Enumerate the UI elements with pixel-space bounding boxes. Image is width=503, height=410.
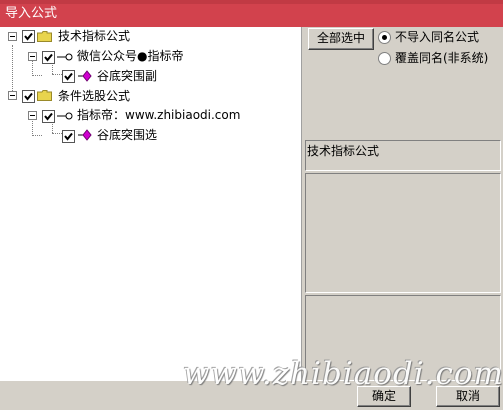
node-checkbox[interactable] [42, 110, 55, 123]
checkmark-icon [24, 32, 33, 41]
collapse-toggle-icon[interactable] [28, 111, 37, 120]
checkmark-icon [44, 53, 53, 62]
category-label: 技术指标公式 [307, 144, 380, 158]
radio-selected-dot [382, 35, 387, 40]
tree-connector [52, 133, 62, 134]
checkmark-icon [64, 72, 73, 81]
overwrite-label[interactable]: 覆盖同名(非系统) [395, 51, 488, 65]
formula-tree[interactable]: 技术指标公式 微信公众号●指标帝 谷底突围副 条件选股公式 指标帝：www.zh… [0, 27, 302, 382]
tree-node-label[interactable]: 指标帝：www.zhibiaodi.com [77, 108, 240, 122]
collapse-toggle-icon[interactable] [8, 32, 17, 41]
collapse-toggle-icon[interactable] [28, 52, 37, 61]
node-checkbox[interactable] [22, 30, 35, 43]
folder-icon [37, 90, 52, 101]
key-icon [57, 53, 73, 61]
tree-connector [52, 65, 53, 74]
overwrite-radio[interactable] [378, 52, 391, 65]
window-title: 导入公式 [5, 6, 58, 21]
title-bar-top-strip [0, 0, 503, 4]
formula-icon [78, 70, 92, 82]
collapse-toggle-icon[interactable] [8, 91, 17, 100]
tree-node-label[interactable]: 谷底突围副 [97, 69, 157, 83]
tree-connector [52, 124, 53, 133]
key-icon [57, 112, 73, 120]
description-box [305, 173, 501, 293]
tree-node-label[interactable]: 条件选股公式 [58, 89, 130, 103]
node-checkbox[interactable] [62, 70, 75, 83]
node-checkbox[interactable] [22, 90, 35, 103]
node-checkbox[interactable] [62, 130, 75, 143]
node-checkbox[interactable] [42, 51, 55, 64]
tree-connector [52, 74, 62, 75]
options-panel: 全部选中 不导入同名公式 覆盖同名(非系统) 技术指标公式 [303, 27, 503, 381]
category-box: 技术指标公式 [305, 140, 501, 171]
formula-icon [78, 129, 92, 141]
no-import-radio[interactable] [378, 31, 391, 44]
select-all-button[interactable]: 全部选中 [308, 28, 374, 50]
tree-connector [32, 135, 42, 136]
folder-icon [37, 31, 52, 42]
tree-connector [32, 75, 42, 76]
watermark-text: www.zhibiaodi.com [183, 356, 503, 392]
tree-node-label[interactable]: 技术指标公式 [58, 29, 130, 43]
no-import-label[interactable]: 不导入同名公式 [395, 30, 479, 44]
tree-connector [12, 45, 13, 97]
tree-node-label[interactable]: 微信公众号●指标帝 [77, 49, 183, 63]
checkmark-icon [64, 132, 73, 141]
checkmark-icon [44, 112, 53, 121]
tree-node-label[interactable]: 谷底突围选 [97, 128, 157, 142]
checkmark-icon [24, 92, 33, 101]
title-bar[interactable]: 导入公式 [0, 0, 503, 27]
